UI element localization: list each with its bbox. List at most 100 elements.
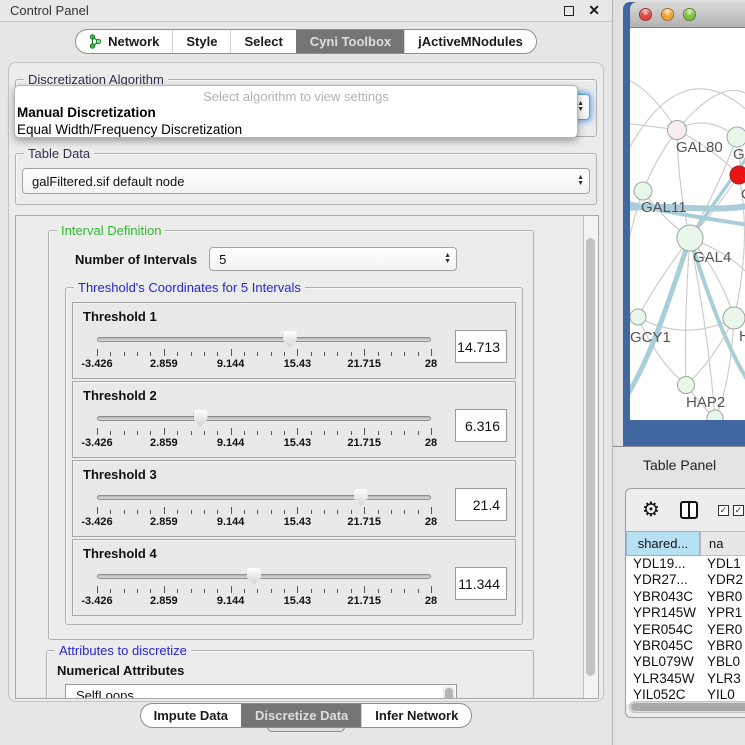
- popup-item-manual-discretization[interactable]: Manual Discretization: [15, 104, 577, 121]
- network-node-label: GAL4: [693, 249, 731, 266]
- network-window-titlebar: [630, 2, 745, 28]
- thresholds-group: Threshold's Coordinates for 5 Intervals …: [65, 287, 523, 625]
- scrollbar-thumb[interactable]: [445, 688, 453, 699]
- threshold-label: Threshold 4: [83, 546, 507, 561]
- float-window-icon[interactable]: [564, 6, 574, 16]
- combo-stepper-icon: ▲▼: [577, 169, 584, 193]
- number-of-intervals-combo[interactable]: 5 ▲▼: [209, 247, 457, 271]
- zoom-traffic-light-icon[interactable]: [683, 8, 696, 21]
- tab-discretize-data[interactable]: Discretize Data: [241, 704, 361, 727]
- scrollbar-thumb[interactable]: [631, 703, 745, 711]
- slider-thumb[interactable]: [354, 489, 368, 506]
- tab-style[interactable]: Style: [172, 30, 230, 53]
- node-table-header: shared...na: [626, 531, 745, 556]
- table-cell: YER0: [700, 622, 745, 638]
- network-node[interactable]: [678, 377, 695, 394]
- slider-track: [97, 495, 431, 500]
- tab-cyni-toolbox[interactable]: Cyni Toolbox: [296, 30, 404, 53]
- threshold-slider-1[interactable]: -3.4262.8599.14415.4321.71528: [97, 330, 431, 370]
- threshold-value-field-2[interactable]: 6.316: [455, 409, 507, 442]
- slider-tick-labels: -3.4262.8599.14415.4321.71528: [97, 358, 431, 370]
- network-node[interactable]: [727, 127, 745, 147]
- table-row[interactable]: YER054CYER0: [626, 622, 745, 638]
- scrollbar-thumb[interactable]: [586, 238, 595, 676]
- network-node[interactable]: [668, 121, 687, 140]
- table-data-combo[interactable]: galFiltered.sif default node ▲▼: [22, 168, 590, 194]
- control-panel-tabbar: NetworkStyleSelectCyni ToolboxjActiveMNo…: [0, 22, 612, 60]
- threshold-slider-3[interactable]: -3.4262.8599.14415.4321.71528: [97, 488, 431, 528]
- network-edge: [630, 78, 677, 130]
- table-column-header-shared-[interactable]: shared...: [626, 531, 700, 556]
- slider-tick-labels: -3.4262.8599.14415.4321.71528: [97, 437, 431, 449]
- tab-select[interactable]: Select: [230, 30, 295, 53]
- table-cell: YLR345W: [626, 671, 700, 687]
- threshold-value-field-4[interactable]: 11.344: [455, 567, 507, 600]
- table-cell: YER054C: [626, 622, 700, 638]
- table-horizontal-scrollbar[interactable]: [629, 701, 745, 713]
- table-row[interactable]: YPR145WYPR1: [626, 605, 745, 621]
- network-node-label: GA: [733, 146, 745, 163]
- network-node[interactable]: [630, 309, 646, 325]
- interval-definition-label: Interval Definition: [57, 223, 165, 238]
- network-node[interactable]: [723, 307, 745, 329]
- close-traffic-light-icon[interactable]: [639, 8, 652, 21]
- table-panel-body: ⚙ ✓ ✓ shared...na YDL19...YDL1YDR27...YD…: [613, 482, 745, 745]
- threshold-slider-2[interactable]: -3.4262.8599.14415.4321.71528: [97, 409, 431, 449]
- control-panel: Control Panel ✕ NetworkStyleSelectCyni T…: [0, 0, 612, 745]
- algorithm-dropdown-popup: Select algorithm to view settings Manual…: [14, 85, 578, 138]
- attribute-item-selfloops[interactable]: SelfLoops: [76, 688, 442, 699]
- close-icon[interactable]: ✕: [588, 2, 600, 19]
- slider-tick-labels: -3.4262.8599.14415.4321.71528: [97, 516, 431, 528]
- tab-jactivemnodules[interactable]: jActiveMNodules: [404, 30, 536, 53]
- settings-scroll-content: Interval Definition Number of Intervals …: [16, 216, 582, 698]
- table-cell: YPR1: [700, 605, 745, 621]
- algorithm-popup-items: Manual DiscretizationEqual Width/Frequen…: [15, 104, 577, 138]
- attributes-list-scrollbar[interactable]: [443, 686, 455, 699]
- network-node[interactable]: [677, 225, 703, 251]
- table-cell: YBL079W: [626, 654, 700, 670]
- slider-thumb[interactable]: [194, 410, 208, 427]
- settings-scrollbar[interactable]: [583, 216, 598, 698]
- threshold-slider-4[interactable]: -3.4262.8599.14415.4321.71528: [97, 567, 431, 607]
- settings-scroll-area: Interval Definition Number of Intervals …: [15, 215, 599, 699]
- network-node[interactable]: [634, 182, 652, 200]
- slider-ticks: [97, 586, 431, 594]
- slider-thumb[interactable]: [247, 568, 261, 585]
- checkbox-icon[interactable]: ✓: [718, 505, 729, 516]
- tab-impute-data[interactable]: Impute Data: [141, 704, 241, 727]
- numerical-attributes-list[interactable]: SelfLoopsTopologicalCoefficientBetweenne…: [65, 684, 457, 699]
- slider-thumb[interactable]: [283, 331, 297, 348]
- split-view-icon[interactable]: [680, 501, 698, 519]
- interval-definition-group: Interval Definition Number of Intervals …: [48, 230, 534, 640]
- table-row[interactable]: YDL19...YDL1: [626, 556, 745, 572]
- tab-network[interactable]: Network: [76, 30, 172, 53]
- gear-icon[interactable]: ⚙: [642, 500, 660, 520]
- table-data-label: Table Data: [24, 146, 94, 161]
- tab-infer-network[interactable]: Infer Network: [361, 704, 471, 727]
- table-panel-toolbar: ⚙ ✓ ✓: [626, 489, 745, 531]
- network-node-label: GAL80: [676, 139, 723, 156]
- threshold-value-field-3[interactable]: 21.4: [455, 488, 507, 521]
- checkbox-icon[interactable]: ✓: [733, 505, 744, 516]
- network-node[interactable]: [730, 166, 745, 184]
- numerical-attributes-label: Numerical Attributes: [57, 663, 525, 678]
- table-row[interactable]: YBR045CYBR0: [626, 638, 745, 654]
- minimize-traffic-light-icon[interactable]: [661, 8, 674, 21]
- slider-ticks: [97, 349, 431, 357]
- network-node[interactable]: [707, 410, 723, 420]
- bottom-tabs: Impute DataDiscretize DataInfer Network: [140, 703, 473, 728]
- control-panel-titlebar: Control Panel ✕: [0, 0, 612, 22]
- table-column-header-na[interactable]: na: [700, 531, 745, 556]
- table-row[interactable]: YBL079WYBL0: [626, 654, 745, 670]
- threshold-value-field-1[interactable]: 14.713: [455, 330, 507, 363]
- network-canvas[interactable]: GAL80GACGAL11GAL4GCY1HHAP2: [630, 28, 745, 420]
- algorithm-popup-placeholder: Select algorithm to view settings: [15, 89, 577, 104]
- table-cell: YLR3: [700, 671, 745, 687]
- table-data-group: Table Data galFiltered.sif default node …: [15, 153, 597, 205]
- table-row[interactable]: YLR345WYLR3: [626, 671, 745, 687]
- table-cell: YBR045C: [626, 638, 700, 654]
- table-row[interactable]: YBR043CYBR0: [626, 589, 745, 605]
- threshold-label: Threshold 2: [83, 388, 507, 403]
- popup-item-equal-width-frequency-discretization[interactable]: Equal Width/Frequency Discretization: [15, 121, 577, 138]
- table-row[interactable]: YDR27...YDR2: [626, 572, 745, 588]
